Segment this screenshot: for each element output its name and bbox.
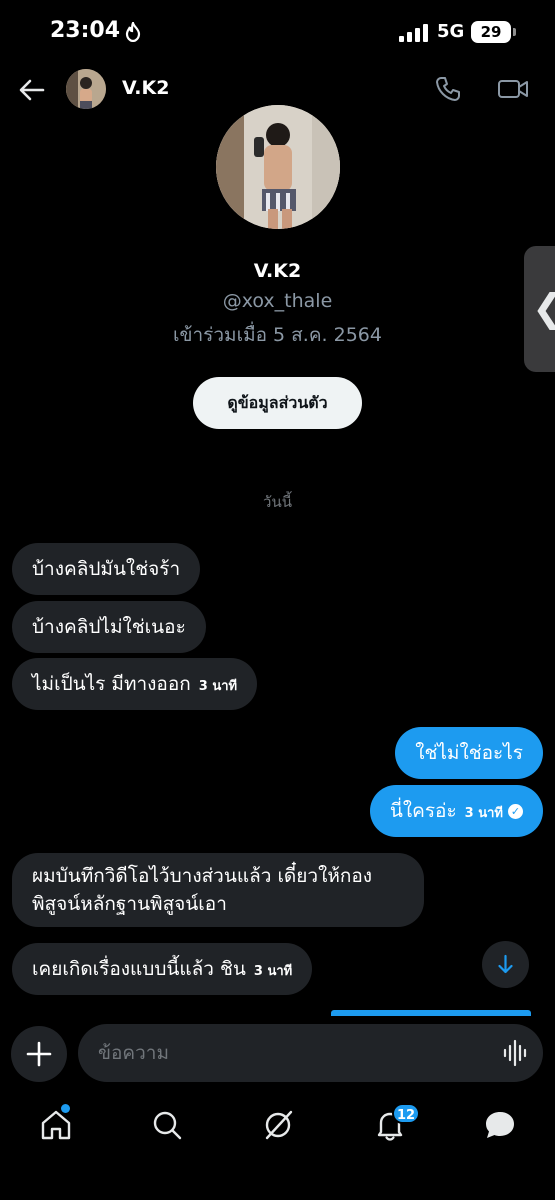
network-label: 5G: [437, 21, 465, 42]
phone-icon[interactable]: [434, 75, 462, 103]
message-bubble-incoming[interactable]: บ้างคลิปไม่ใช่เนอะ: [12, 601, 206, 653]
message-text: เคยเกิดเรื่องแบบนี้แล้ว ชิน: [32, 958, 246, 980]
flame-icon: [125, 22, 141, 42]
profile-joined-date: เข้าร่วมเมื่อ 5 ส.ค. 2564: [173, 324, 382, 346]
home-notification-dot: [61, 1104, 70, 1113]
message-timestamp: 3 นาที: [198, 679, 238, 694]
message-timestamp: 3 นาที: [464, 806, 503, 821]
profile-photo[interactable]: [216, 105, 340, 229]
status-time: 23:04: [50, 18, 121, 43]
messages-icon[interactable]: [483, 1108, 517, 1142]
notifications-badge: 12: [392, 1103, 420, 1124]
profile-handle: @xox_thale: [222, 290, 333, 312]
plus-icon: [26, 1041, 52, 1067]
message-text: บ้างคลิปไม่ใช่เนอะ: [32, 616, 186, 638]
search-icon[interactable]: [150, 1108, 184, 1142]
profile-name: V.K2: [253, 260, 302, 282]
message-bubble-incoming[interactable]: ผมบันทึกวิดีโอไว้บางส่วนแล้ว เดี๋ยวให้กอ…: [12, 853, 424, 927]
home-icon[interactable]: [39, 1108, 73, 1142]
view-profile-button[interactable]: ดูข้อมูลส่วนตัว: [193, 377, 362, 429]
message-text: ไม่เป็นไร มีทางออก: [32, 673, 191, 695]
message-text: นี่ใครอ่ะ: [389, 800, 457, 822]
add-attachment-button[interactable]: [11, 1026, 67, 1082]
battery-icon: 29: [471, 21, 516, 43]
bottom-navigation: 12: [0, 1096, 555, 1200]
message-bubble-outgoing[interactable]: ใช่ไม่ใช่อะไร: [395, 727, 543, 779]
message-timestamp: 3 นาที: [253, 964, 293, 979]
message-bubble-incoming[interactable]: บ้างคลิปมันใช่จร้า: [12, 543, 201, 595]
message-bubble-outgoing[interactable]: นี่ใครอ่ะ 3 นาที ✓: [369, 785, 543, 837]
message-input[interactable]: [78, 1024, 543, 1082]
scroll-to-bottom-button[interactable]: [482, 941, 529, 988]
date-separator: วันนี้: [263, 493, 292, 511]
message-bubble-incoming[interactable]: เคยเกิดเรื่องแบบนี้แล้ว ชิน 3 นาที: [12, 943, 313, 995]
back-arrow-icon[interactable]: [18, 76, 46, 104]
status-bar: 23:04 5G 29: [0, 0, 555, 62]
grok-icon[interactable]: [261, 1108, 295, 1142]
voice-message-icon[interactable]: [503, 1039, 529, 1067]
arrow-down-icon: [498, 954, 513, 974]
video-call-icon[interactable]: [497, 75, 529, 103]
chat-title[interactable]: V.K2: [122, 77, 169, 99]
message-text: ใช่ไม่ใช่อะไร: [415, 742, 523, 764]
message-bubble-incoming[interactable]: ไม่เป็นไร มีทางออก 3 นาที: [12, 658, 258, 710]
avatar[interactable]: [66, 69, 106, 109]
profile-photo-icon: [216, 105, 340, 229]
read-check-icon: ✓: [508, 804, 523, 819]
message-text: ผมบันทึกวิดีโอไว้บางส่วนแล้ว เดี๋ยวให้กอ…: [32, 865, 373, 915]
message-text: บ้างคลิปมันใช่จร้า: [32, 558, 181, 580]
avatar-photo-icon: [66, 69, 106, 109]
signal-icon: [399, 24, 429, 42]
